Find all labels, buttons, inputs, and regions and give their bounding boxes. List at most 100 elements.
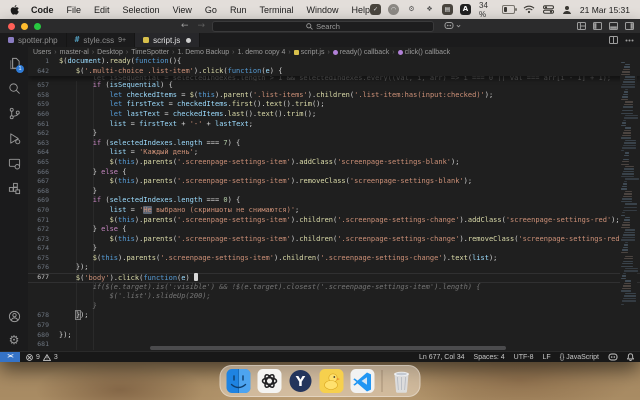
dock-chatgpt[interactable] <box>257 369 282 393</box>
code-line[interactable]: 663 if (selectedIndexes.length === 7) { <box>28 139 640 149</box>
menu-view[interactable]: View <box>173 5 192 15</box>
toggle-panel-icon[interactable] <box>609 22 618 30</box>
app-icon-3[interactable]: ❖ <box>424 4 435 15</box>
code-line[interactable]: 680}); <box>28 331 640 341</box>
dock-finder[interactable] <box>226 369 251 393</box>
breadcrumb-item[interactable]: script.js <box>293 49 324 56</box>
menu-terminal[interactable]: Terminal <box>259 5 293 15</box>
control-center-icon[interactable] <box>542 5 554 14</box>
explorer-icon[interactable]: 1 <box>3 51 25 76</box>
code-line[interactable]: 672 } else { <box>28 225 640 235</box>
zoom-window-button[interactable] <box>34 22 41 30</box>
breadcrumb-item[interactable]: Desktop <box>97 49 123 56</box>
toggle-secondary-sidebar-icon[interactable] <box>625 22 634 30</box>
ghost-suggestion-line[interactable]: if($(e.target).is(':visible') && !$(e.ta… <box>28 283 640 293</box>
code-line[interactable]: 662 } <box>28 129 640 139</box>
copilot-status-icon[interactable] <box>608 353 618 361</box>
notes-app-icon[interactable]: ▤ <box>442 4 453 15</box>
extensions-icon[interactable] <box>3 176 25 201</box>
breadcrumb-item[interactable]: 1. demo copy 4 <box>238 49 286 56</box>
code-line[interactable]: 673 $(this).parents('.screenpage-setting… <box>28 235 640 245</box>
menu-run[interactable]: Run <box>230 5 247 15</box>
ghost-suggestion-line[interactable]: $('.list').slideUp(200); <box>28 292 640 302</box>
code-line[interactable]: 668 } <box>28 187 640 197</box>
menubar-clock[interactable]: 21 Mar 15:31 <box>580 5 630 15</box>
problems-indicator[interactable]: 9 3 <box>26 353 58 361</box>
code-line[interactable]: 670 list = 'Не выбрано (скриншоты не сни… <box>28 205 640 216</box>
code-line[interactable]: 659 let firstText = checkedItems.first()… <box>28 100 640 110</box>
code-line[interactable]: 642 $('.multi-choice .list-item').click(… <box>28 67 640 77</box>
menu-help[interactable]: Help <box>351 5 370 15</box>
dock-yandex[interactable]: Y <box>289 369 313 393</box>
code-line[interactable]: 661 list = firstText + '-' + lastText; <box>28 120 640 130</box>
code-line[interactable]: 1 $(document).ready(function(){ <box>28 57 640 67</box>
customize-layout-icon[interactable] <box>577 22 586 30</box>
code-line[interactable]: 669 if (selectedIndexes.length === 0) { <box>28 196 640 206</box>
battery-icon[interactable] <box>501 5 518 14</box>
status-utf-8[interactable]: UTF-8 <box>514 354 534 361</box>
settings-gear-icon[interactable]: ⚙ <box>406 4 417 15</box>
code-line[interactable]: 675 $(this).parents('.screenpage-setting… <box>28 254 640 264</box>
app-icon-1[interactable]: ✓ <box>370 4 381 15</box>
notifications-bell-icon[interactable] <box>627 353 634 361</box>
ghost-suggestion-line[interactable]: } <box>28 302 640 312</box>
menu-selection[interactable]: Selection <box>123 5 160 15</box>
toggle-primary-sidebar-icon[interactable] <box>593 22 602 30</box>
code-line[interactable]: 677 $('body').click(function(e) <box>28 272 640 283</box>
copilot-menu-button[interactable] <box>444 21 461 30</box>
search-icon[interactable] <box>3 76 25 101</box>
status-spaces-4[interactable]: Spaces: 4 <box>474 354 505 361</box>
code-line[interactable]: 671 $(this).parents('.screenpage-setting… <box>28 216 640 226</box>
dock-trash[interactable] <box>390 369 414 393</box>
code-line[interactable]: 679 <box>28 321 640 331</box>
horizontal-scrollbar[interactable] <box>150 346 506 350</box>
dock-duck[interactable] <box>319 369 344 393</box>
code-line[interactable]: 664 list = 'Каждый день'; <box>28 148 640 158</box>
tab-style-css[interactable]: # style.css 9+ <box>66 33 136 47</box>
code-line[interactable]: 657 if (isSequential) { <box>28 81 640 91</box>
apple-logo-icon[interactable] <box>10 4 20 16</box>
accounts-icon[interactable] <box>3 304 25 329</box>
breadcrumb-item[interactable]: Users <box>33 49 51 56</box>
code-line[interactable]: 674 } <box>28 244 640 254</box>
code-line[interactable]: 667 $(this).parents('.screenpage-setting… <box>28 177 640 187</box>
user-account-icon[interactable] <box>562 5 572 15</box>
code-line[interactable]: 658 let checkedItems = $(this).parent('.… <box>28 91 640 101</box>
split-editor-icon[interactable] <box>609 36 618 44</box>
status-ln-677-col-34[interactable]: Ln 677, Col 34 <box>419 354 465 361</box>
remote-indicator[interactable]: >< <box>0 352 20 362</box>
app-icon-2[interactable]: ◠ <box>388 4 399 15</box>
breadcrumb-item[interactable]: ready() callback <box>332 49 389 56</box>
status--javascript[interactable]: {} JavaScript <box>560 354 599 361</box>
code-line[interactable]: 666 } else { <box>28 168 640 178</box>
code-line[interactable]: 678 }); <box>28 310 640 321</box>
more-actions-icon[interactable] <box>625 39 634 42</box>
navigate-forward-button[interactable]: → <box>198 21 206 31</box>
close-window-button[interactable] <box>8 22 15 30</box>
code-line[interactable]: 665 $(this).parents('.screenpage-setting… <box>28 158 640 168</box>
settings-gear-icon[interactable]: ⚙ <box>3 329 25 351</box>
breadcrumb-item[interactable]: 1. Demo Backup <box>177 49 229 56</box>
dock-vs-code[interactable] <box>350 369 375 393</box>
code-line[interactable]: 660 let lastText = checkedItems.last().t… <box>28 110 640 120</box>
tab-script-js[interactable]: script.js <box>135 33 201 47</box>
menu-edit[interactable]: Edit <box>94 5 110 15</box>
source-control-icon[interactable] <box>3 101 25 126</box>
minimize-window-button[interactable] <box>21 22 28 30</box>
navigate-back-button[interactable]: ← <box>181 21 189 31</box>
menu-code[interactable]: Code <box>31 5 54 15</box>
input-source-icon[interactable]: A <box>460 4 471 15</box>
menu-window[interactable]: Window <box>306 5 338 15</box>
run-debug-icon[interactable] <box>3 126 25 151</box>
menu-file[interactable]: File <box>67 5 82 15</box>
status-lf[interactable]: LF <box>543 354 551 361</box>
remote-explorer-icon[interactable] <box>3 151 25 176</box>
code-editor[interactable]: 1 $(document).ready(function(){642 $('.mu… <box>28 57 640 351</box>
code-line[interactable]: let isSequential = selectedIndexes.lengt… <box>28 76 640 81</box>
breadcrumb-item[interactable]: click() callback <box>397 49 450 56</box>
command-center-search[interactable]: Search <box>212 21 434 32</box>
breadcrumb-item[interactable]: master-al <box>60 49 89 56</box>
wifi-icon[interactable] <box>523 5 535 14</box>
breadcrumb-item[interactable]: TimeSpotter <box>131 49 169 56</box>
menu-go[interactable]: Go <box>205 5 217 15</box>
